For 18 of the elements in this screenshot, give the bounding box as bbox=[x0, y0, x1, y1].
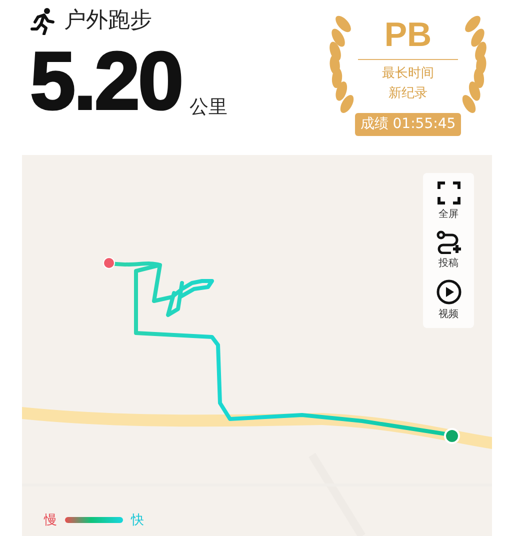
legend-fast-label: 快 bbox=[131, 512, 144, 530]
video-button[interactable]: 视频 bbox=[423, 279, 474, 322]
play-icon bbox=[436, 279, 462, 305]
speed-gradient-bar bbox=[65, 517, 123, 524]
route-plus-icon bbox=[436, 230, 462, 254]
fullscreen-button[interactable]: 全屏 bbox=[423, 181, 474, 222]
pb-label: PB bbox=[384, 18, 432, 52]
legend-slow-label: 慢 bbox=[44, 512, 57, 530]
record-text: 最长时间 bbox=[382, 65, 434, 83]
end-marker bbox=[444, 428, 460, 444]
result-badge: 成绩 01:55:45 bbox=[355, 113, 461, 136]
activity-title: 户外跑步 bbox=[64, 7, 152, 35]
post-button[interactable]: 投稿 bbox=[423, 230, 474, 271]
fullscreen-icon bbox=[436, 181, 460, 205]
distance-value: 5.20 bbox=[30, 41, 182, 123]
runner-icon bbox=[30, 6, 56, 34]
record-text: 新纪录 bbox=[388, 84, 428, 102]
distance-unit: 公里 bbox=[190, 94, 228, 120]
